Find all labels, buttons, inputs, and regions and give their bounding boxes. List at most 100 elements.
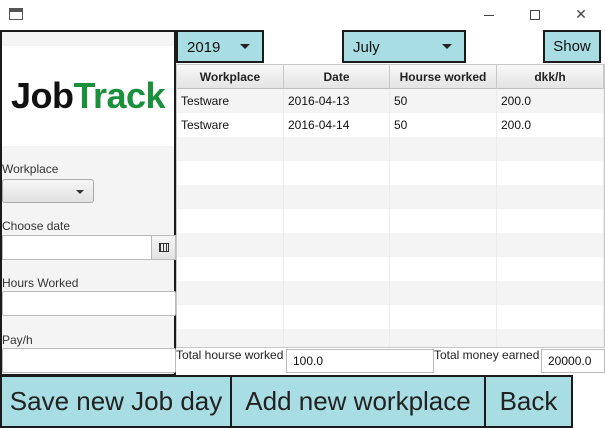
show-button[interactable]: Show [543, 30, 601, 63]
app-icon [9, 8, 23, 20]
table-cell: 2016-04-13 [284, 89, 390, 113]
table-row[interactable] [177, 305, 604, 329]
table-cell [284, 329, 390, 347]
table-cell [177, 281, 284, 305]
total-money-label: Total money earned [434, 348, 540, 362]
chevron-down-icon [240, 44, 250, 49]
table-cell [177, 161, 284, 185]
table-cell [390, 257, 497, 281]
table-cell [177, 185, 284, 209]
table-row[interactable] [177, 257, 604, 281]
column-header-rate[interactable]: dkk/h [497, 65, 604, 89]
workdays-table: Workplace Date Hourse worked dkk/h Testw… [176, 64, 605, 348]
table-row[interactable] [177, 137, 604, 161]
chevron-down-icon [442, 44, 452, 49]
date-picker[interactable] [2, 235, 176, 260]
table-cell [177, 257, 284, 281]
table-cell [177, 329, 284, 347]
maximize-icon [530, 10, 540, 20]
table-body: Testware 2016-04-13 50 200.0 Testware 2016-0… [177, 89, 604, 347]
table-cell [390, 185, 497, 209]
table-cell [390, 305, 497, 329]
column-header-date[interactable]: Date [284, 65, 390, 89]
table-cell: 50 [390, 113, 497, 137]
table-cell [284, 305, 390, 329]
table-cell [284, 257, 390, 281]
table-cell [497, 329, 604, 347]
hours-worked-label: Hours Worked [2, 276, 79, 290]
calendar-icon [158, 243, 169, 252]
table-cell [497, 209, 604, 233]
table-row[interactable] [177, 233, 604, 257]
table-row[interactable]: Testware 2016-04-14 50 200.0 [177, 113, 604, 137]
year-select-value: 2019 [187, 39, 221, 56]
logo-part-track: Track [73, 75, 166, 116]
table-cell: Testware [177, 89, 284, 113]
total-hours-label: Total hourse worked [176, 348, 284, 362]
workplace-label: Workplace [2, 162, 59, 176]
minimize-button[interactable] [466, 0, 512, 30]
column-header-workplace[interactable]: Workplace [177, 65, 284, 89]
pay-per-hour-label: Pay/h [2, 333, 33, 347]
table-cell [177, 233, 284, 257]
table-cell [497, 161, 604, 185]
table-cell [497, 305, 604, 329]
minimize-icon [484, 14, 494, 16]
table-cell [497, 281, 604, 305]
table-row[interactable] [177, 281, 604, 305]
save-job-day-button[interactable]: Save new Job day [0, 375, 232, 428]
table-cell [390, 161, 497, 185]
table-cell: 200.0 [497, 89, 604, 113]
month-select-value: July [353, 39, 380, 56]
table-cell [177, 305, 284, 329]
table-header: Workplace Date Hourse worked dkk/h [177, 65, 604, 89]
table-row[interactable] [177, 329, 604, 347]
close-icon: ✕ [575, 7, 587, 23]
chevron-down-icon [76, 190, 84, 194]
maximize-button[interactable] [512, 0, 558, 30]
month-select[interactable]: July [342, 30, 466, 63]
jobtrack-logo: JobTrack [10, 75, 166, 117]
table-cell [497, 233, 604, 257]
close-button[interactable]: ✕ [558, 0, 604, 30]
pay-per-hour-field[interactable] [2, 348, 176, 373]
table-cell [177, 137, 284, 161]
table-cell: 200.0 [497, 113, 604, 137]
table-cell [284, 185, 390, 209]
year-select[interactable]: 2019 [176, 30, 264, 63]
table-cell [390, 233, 497, 257]
calendar-button[interactable] [151, 236, 175, 259]
total-money-field[interactable]: 20000.0 [541, 349, 605, 373]
table-cell [390, 137, 497, 161]
back-button[interactable]: Back [484, 375, 573, 428]
table-row[interactable] [177, 161, 604, 185]
table-cell [497, 185, 604, 209]
choose-date-label: Choose date [2, 219, 71, 233]
table-cell [177, 209, 284, 233]
table-cell: 50 [390, 89, 497, 113]
total-hours-field[interactable]: 100.0 [286, 349, 434, 373]
table-cell [284, 209, 390, 233]
add-workplace-button[interactable]: Add new workplace [230, 375, 486, 428]
logo-part-job: Job [10, 75, 74, 116]
table-cell [284, 281, 390, 305]
workplace-combobox[interactable] [2, 179, 94, 203]
table-cell [390, 281, 497, 305]
table-cell [284, 161, 390, 185]
table-cell [284, 137, 390, 161]
table-cell [284, 233, 390, 257]
table-row[interactable] [177, 209, 604, 233]
table-cell [497, 137, 604, 161]
table-cell [390, 329, 497, 347]
table-cell: 2016-04-14 [284, 113, 390, 137]
column-header-hours[interactable]: Hourse worked [390, 65, 497, 89]
table-cell [497, 257, 604, 281]
table-cell: Testware [177, 113, 284, 137]
table-cell [390, 209, 497, 233]
title-bar: ✕ [0, 0, 605, 30]
hours-worked-field[interactable] [2, 291, 176, 316]
entry-panel: JobTrack Workplace Choose date Hours Wor… [0, 30, 176, 376]
table-row[interactable]: Testware 2016-04-13 50 200.0 [177, 89, 604, 113]
logo-area: JobTrack [2, 46, 174, 146]
table-row[interactable] [177, 185, 604, 209]
